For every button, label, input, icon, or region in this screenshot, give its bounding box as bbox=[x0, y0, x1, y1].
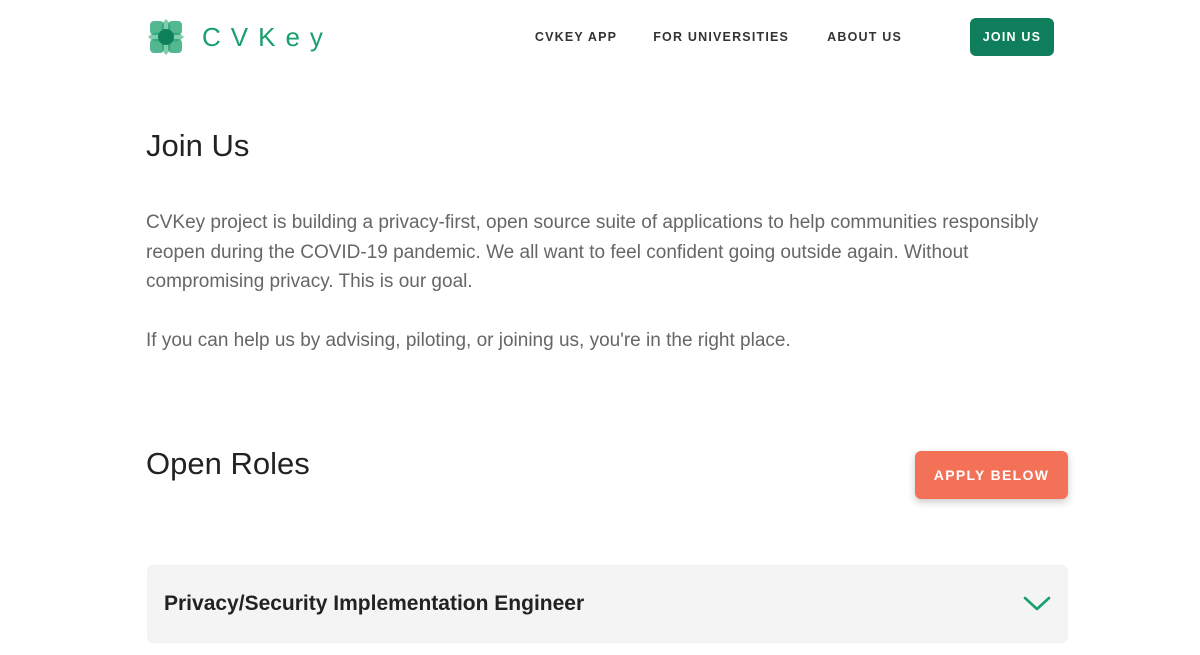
role-title: Privacy/Security Implementation Engineer bbox=[164, 592, 585, 615]
page: CVKey CVKEY APP FOR UNIVERSITIES ABOUT U… bbox=[0, 0, 1200, 655]
site-header: CVKey CVKEY APP FOR UNIVERSITIES ABOUT U… bbox=[146, 0, 1068, 75]
cvkey-logo-icon bbox=[148, 19, 184, 55]
nav-link-about-us[interactable]: ABOUT US bbox=[827, 30, 902, 44]
logo-text: CVKey bbox=[202, 21, 333, 52]
logo-link[interactable]: CVKey bbox=[146, 17, 333, 57]
open-roles-heading: Open Roles bbox=[146, 446, 310, 481]
role-accordion-item[interactable]: Privacy/Security Implementation Engineer bbox=[147, 565, 1068, 643]
nav-link-cvkey-app[interactable]: CVKEY APP bbox=[535, 30, 617, 44]
call-to-action-paragraph: If you can help us by advising, piloting… bbox=[146, 330, 791, 351]
page-title: Join Us bbox=[146, 128, 250, 163]
join-us-button[interactable]: JOIN US bbox=[970, 18, 1054, 56]
apply-below-button[interactable]: APPLY BELOW bbox=[915, 451, 1068, 499]
main-nav: CVKEY APP FOR UNIVERSITIES ABOUT US JOIN… bbox=[535, 18, 1054, 56]
nav-link-for-universities[interactable]: FOR UNIVERSITIES bbox=[653, 30, 789, 44]
chevron-down-icon[interactable] bbox=[1023, 593, 1051, 613]
intro-paragraph: CVKey project is building a privacy-firs… bbox=[146, 212, 1039, 292]
